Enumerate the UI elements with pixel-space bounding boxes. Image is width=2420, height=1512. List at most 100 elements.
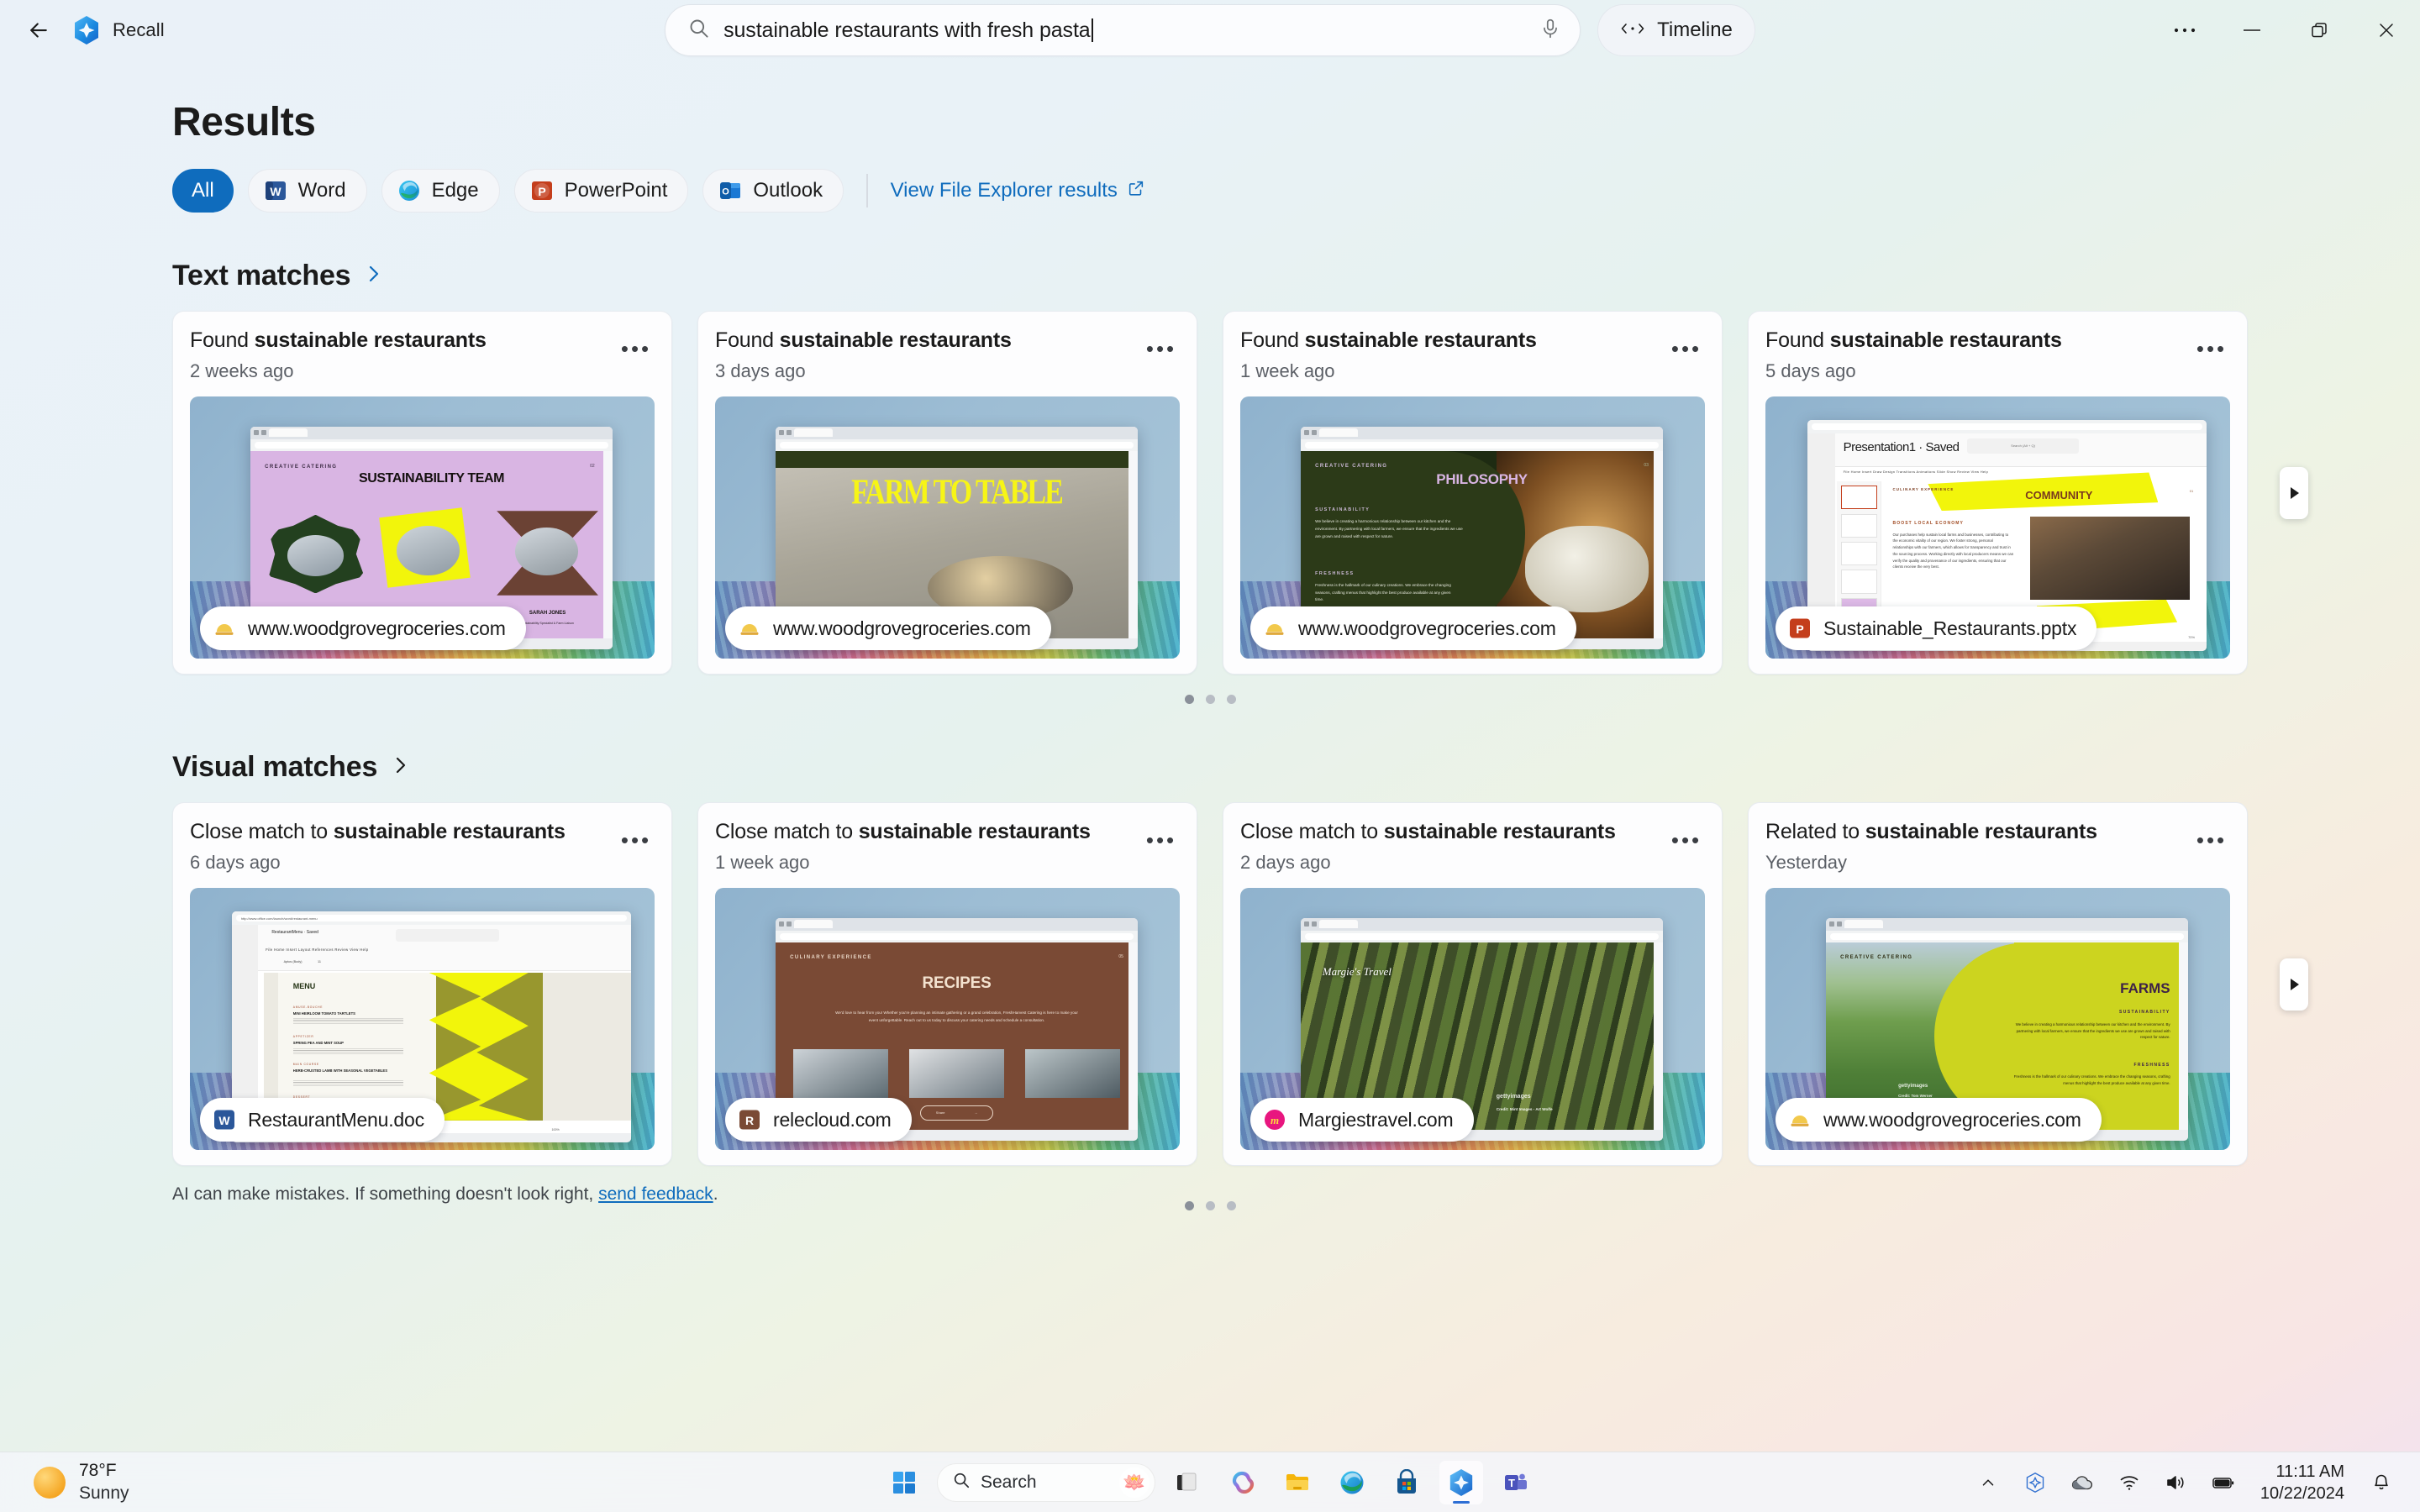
bell-icon (2375, 1474, 2388, 1489)
taskbar-item-store[interactable] (1385, 1461, 1428, 1504)
visual-matches-next-button[interactable] (2280, 958, 2308, 1011)
card-more-button[interactable]: ••• (618, 332, 655, 365)
slide-body1: We believe in creating a harmonious rela… (1315, 519, 1463, 538)
weather-temperature: 78°F (79, 1461, 117, 1481)
filter-pill-edge-label: Edge (431, 179, 479, 202)
menu-item-2-name: HERB-CRUSTED LAMB WITH SEASONAL VEGETABL… (292, 1068, 388, 1074)
tray-recall-icon[interactable] (2018, 1464, 2052, 1501)
filter-pill-all[interactable]: All (172, 169, 234, 213)
results-page: Results All W Word Edge P PowerPoint O O… (0, 60, 2420, 1452)
card-more-button[interactable]: ••• (2193, 823, 2230, 857)
more-options-button[interactable] (2151, 0, 2218, 60)
pagination-dot[interactable] (1184, 1201, 1194, 1210)
weather-widget[interactable]: 78°F Sunny (22, 1455, 141, 1509)
taskbar-item-recall[interactable] (1439, 1460, 1483, 1504)
card-more-button[interactable]: ••• (2193, 332, 2230, 365)
source-chip[interactable]: R relecloud.com (725, 1098, 912, 1142)
show-hidden-icons-button[interactable] (1971, 1464, 2005, 1501)
minimize-button[interactable] (2218, 0, 2286, 60)
doc-title: Presentation1 · Saved (1843, 439, 1960, 454)
filter-pill-word[interactable]: W Word (247, 169, 367, 213)
minimize-icon (2244, 29, 2260, 31)
taskbar-item-task-view[interactable] (1166, 1461, 1210, 1504)
restore-button[interactable] (2286, 0, 2353, 60)
taskbar-item-teams[interactable]: T (1494, 1461, 1538, 1504)
battery-icon (2212, 1477, 2234, 1488)
pagination-dot[interactable] (1205, 1201, 1215, 1210)
source-label: Margiestravel.com (1298, 1108, 1454, 1131)
filter-pill-edge[interactable]: Edge (381, 169, 500, 213)
result-card[interactable]: Close match to sustainable restaurants 2… (1223, 802, 1723, 1166)
powerpoint-icon: P (529, 178, 555, 203)
clock[interactable]: 11:11 AM 10/22/2024 (2254, 1457, 2351, 1508)
ppt-ribbon: File Home Insert Draw Design Transitions… (1843, 470, 1989, 475)
taskbar-item-edge[interactable] (1330, 1461, 1374, 1504)
filter-pill-powerpoint-label: PowerPoint (564, 179, 668, 202)
svg-text:T: T (1508, 1477, 1515, 1489)
pagination-dot[interactable] (1184, 695, 1194, 704)
result-card[interactable]: Found sustainable restaurants 3 days ago… (697, 311, 1197, 675)
source-chip[interactable]: www.woodgrovegroceries.com (1776, 1098, 2102, 1142)
recipe-photo-2 (909, 1049, 1004, 1099)
result-card[interactable]: Close match to sustainable restaurants 1… (697, 802, 1197, 1166)
battery-icon-wrapper[interactable] (2207, 1464, 2240, 1501)
pagination-dot[interactable] (1205, 695, 1215, 704)
back-button[interactable] (15, 7, 62, 54)
person-1-art (265, 514, 366, 594)
system-tray: 11:11 AM 10/22/2024 (1971, 1457, 2420, 1508)
result-card[interactable]: Close match to sustainable restaurants 6… (172, 802, 672, 1166)
source-chip[interactable]: www.woodgrovegroceries.com (1250, 606, 1576, 650)
result-card[interactable]: Found sustainable restaurants 5 days ago… (1748, 311, 2248, 675)
source-chip[interactable]: www.woodgrovegroceries.com (200, 606, 526, 650)
card-title: Close match to sustainable restaurants (1240, 820, 1616, 843)
result-card[interactable]: Found sustainable restaurants 1 week ago… (1223, 311, 1723, 675)
source-chip[interactable]: www.woodgrovegroceries.com (725, 606, 1051, 650)
card-more-button[interactable]: ••• (1668, 823, 1705, 857)
source-chip[interactable]: W RestaurantMenu.doc (200, 1098, 445, 1142)
view-file-explorer-results-label: View File Explorer results (890, 179, 1118, 202)
view-file-explorer-results-link[interactable]: View File Explorer results (891, 179, 1145, 203)
section-header-visual-matches[interactable]: Visual matches (172, 751, 409, 784)
woodgrove-icon (1262, 616, 1287, 641)
card-more-button[interactable]: ••• (1143, 823, 1180, 857)
volume-icon-wrapper[interactable] (2160, 1464, 2193, 1501)
slide-heading: Margie's Travel (1322, 964, 1392, 978)
section-header-text-matches[interactable]: Text matches (172, 260, 382, 292)
card-title: Found sustainable restaurants (1765, 328, 2062, 352)
card-more-button[interactable]: ••• (1143, 332, 1180, 365)
timeline-button[interactable]: Timeline (1597, 4, 1755, 56)
visual-matches-cards: Close match to sustainable restaurants 6… (0, 802, 2420, 1166)
chevron-up-icon (1982, 1478, 1994, 1486)
slide-page-number: 03 (1644, 463, 1649, 469)
recall-icon (1449, 1468, 1473, 1496)
taskbar-item-copilot[interactable] (1221, 1461, 1265, 1504)
search-input[interactable]: sustainable restaurants with fresh pasta (665, 4, 1581, 56)
pagination-dot[interactable] (1226, 695, 1236, 704)
card-more-button[interactable]: ••• (618, 823, 655, 857)
onedrive-icon-wrapper[interactable] (2065, 1464, 2099, 1501)
card-thumbnail: CREATIVE CATERING SUSTAINABILITY TEAM 02 (190, 396, 655, 659)
source-chip[interactable]: P Sustainable_Restaurants.pptx (1776, 606, 2097, 650)
source-chip[interactable]: m Margiestravel.com (1250, 1098, 1474, 1142)
result-card[interactable]: Related to sustainable restaurants Yeste… (1748, 802, 2248, 1166)
taskbar-search-box[interactable]: Search 🪷 (937, 1462, 1155, 1502)
relecloud-icon: R (737, 1107, 762, 1132)
wifi-icon-wrapper[interactable] (2112, 1464, 2146, 1501)
filter-pill-powerpoint[interactable]: P PowerPoint (513, 169, 689, 213)
filter-pill-outlook[interactable]: O Outlook (702, 169, 844, 213)
clock-date: 10/22/2024 (2260, 1483, 2344, 1503)
photo-credit: Credit: Mint Images - Art Wolfe (1496, 1106, 1553, 1111)
text-matches-next-button[interactable] (2280, 466, 2308, 519)
card-more-button[interactable]: ••• (1668, 332, 1705, 365)
chevron-right-icon (392, 753, 409, 781)
microphone-icon[interactable] (1539, 18, 1561, 44)
share-button[interactable]: Share → (920, 1105, 993, 1121)
close-button[interactable] (2353, 0, 2420, 60)
filter-pill-all-label: All (192, 179, 214, 202)
person-2-art (378, 507, 482, 595)
start-button[interactable] (882, 1461, 926, 1504)
taskbar-item-file-explorer[interactable] (1276, 1461, 1319, 1504)
result-card[interactable]: Found sustainable restaurants 2 weeks ag… (172, 311, 672, 675)
pagination-dot[interactable] (1226, 1201, 1236, 1210)
notifications-button[interactable] (2365, 1464, 2398, 1501)
